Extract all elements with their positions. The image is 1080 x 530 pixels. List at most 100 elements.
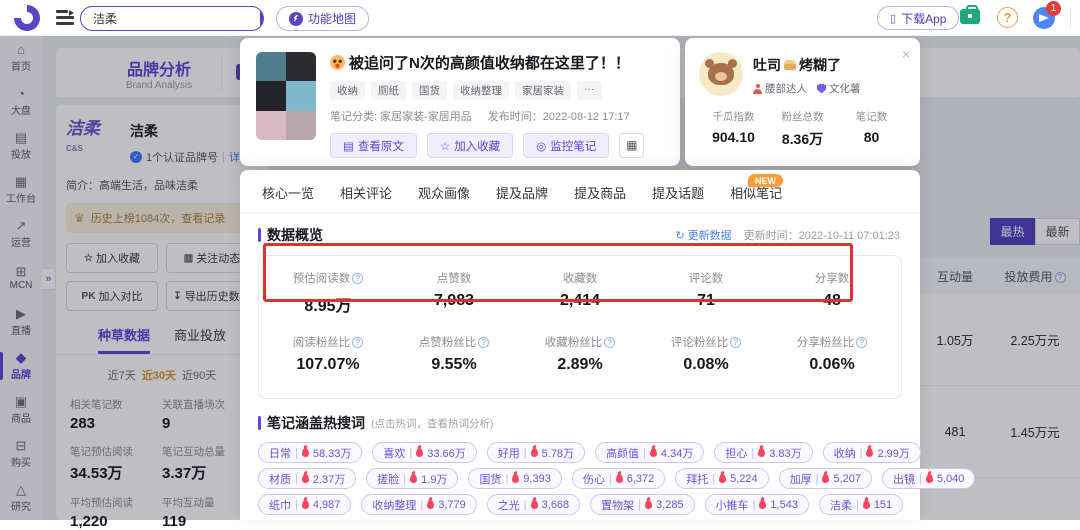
refresh-data-link[interactable]: ↻ 更新数据 — [675, 227, 731, 243]
search-box — [80, 6, 264, 31]
author-popover: × 吐司 烤糊了 腰部达人 文化薯 — [685, 38, 920, 166]
avatar[interactable] — [699, 52, 743, 96]
bear-avatar-icon — [708, 63, 734, 85]
hotword-pill[interactable]: 搓脸|1.9万 — [366, 468, 458, 489]
note-action-button[interactable]: ☆ 加入收藏 — [427, 133, 513, 158]
search-input[interactable] — [81, 12, 260, 26]
author-badge: 腰部达人 — [753, 81, 807, 96]
note-tag[interactable]: 家居家装 — [515, 81, 571, 100]
analysis-tab[interactable]: 相关评论 — [340, 183, 392, 212]
hotword-pill[interactable]: 好用|5.78万 — [487, 442, 585, 463]
badge-icon — [753, 84, 762, 94]
hotword-pill[interactable]: 收纳整理|3,779 — [361, 494, 476, 515]
metrics-card: 预估阅读数? 8.95万 点赞数 7,983 收藏数 2,414 评论数 71 — [258, 255, 902, 399]
menu-toggle-icon[interactable] — [56, 10, 74, 26]
flame-icon — [512, 474, 519, 483]
flame-icon — [822, 474, 829, 483]
note-action-button[interactable]: ▤ 查看原文 — [330, 133, 417, 158]
analysis-tab[interactable]: 提及商品 — [574, 183, 626, 212]
metric-label: 预估阅读数? — [265, 270, 391, 286]
note-tag[interactable]: ··· — [577, 81, 602, 100]
search-button[interactable] — [260, 6, 263, 31]
qr-code-button[interactable]: ▦ — [619, 133, 644, 158]
help-icon[interactable]: ? — [352, 273, 363, 284]
author-stat-value: 904.10 — [699, 129, 768, 145]
author-stat-label: 笔记数 — [837, 109, 906, 124]
analysis-tab[interactable]: 提及话题 — [652, 183, 704, 212]
hotword-pill[interactable]: 担心|3.83万 — [714, 442, 812, 463]
hotwords-title: 笔记涵盖热搜词 — [267, 413, 365, 433]
app-logo[interactable] — [14, 5, 40, 31]
message-badge: 1 — [1046, 1, 1061, 16]
metric-value: 2.89% — [517, 356, 643, 374]
hotword-pill[interactable]: 置物架|3,285 — [590, 494, 694, 515]
flame-icon — [531, 500, 538, 509]
note-tag[interactable]: 厕纸 — [371, 81, 406, 100]
help-icon[interactable]: ? — [604, 337, 615, 348]
metric-value: 0.08% — [643, 356, 769, 374]
function-map-button[interactable]: 功能地图 — [276, 6, 369, 31]
flame-icon — [719, 474, 726, 483]
hotword-pill[interactable]: 喜欢|33.66万 — [372, 442, 476, 463]
help-icon[interactable]: ? — [856, 337, 867, 348]
note-tag[interactable]: 收纳整理 — [453, 81, 509, 100]
hotword-pill[interactable]: 加厚|5,207 — [779, 468, 872, 489]
flame-icon — [758, 448, 765, 457]
metric-label: 点赞粉丝比? — [391, 334, 517, 350]
hotword-pill[interactable]: 拜托|5,224 — [675, 468, 768, 489]
flame-icon — [416, 448, 423, 457]
overview-title: 数据概览 — [267, 225, 323, 245]
author-stat: 千瓜指数 904.10 — [699, 109, 768, 149]
note-cover-image — [256, 52, 316, 140]
metric-label: 评论数 — [643, 270, 769, 286]
hotword-pill[interactable]: 材质|2.37万 — [258, 468, 356, 489]
metric-value: 9.55% — [391, 356, 517, 374]
analysis-tab[interactable]: 观众画像 — [418, 183, 470, 212]
flame-icon — [866, 448, 873, 457]
author-stat-value: 80 — [837, 129, 906, 145]
phone-icon: ▯ — [890, 12, 896, 25]
hotword-pill[interactable]: 伤心|6,372 — [572, 468, 665, 489]
author-stat-label: 千瓜指数 — [699, 109, 768, 124]
metric: 点赞粉丝比? 9.55% — [391, 334, 517, 374]
help-icon[interactable]: ? — [478, 337, 489, 348]
note-action-icon: ▤ — [343, 139, 354, 153]
flame-icon — [410, 474, 417, 483]
hotword-pill[interactable]: 洁柔|151 — [819, 494, 903, 515]
metric-label: 分享粉丝比? — [769, 334, 895, 350]
note-tag[interactable]: 收纳 — [330, 81, 365, 100]
help-icon[interactable]: ? — [352, 337, 363, 348]
hotword-pill[interactable]: 高颜值|4.34万 — [595, 442, 704, 463]
metric-label: 阅读粉丝比? — [265, 334, 391, 350]
hotword-pill[interactable]: 之光|3,668 — [487, 494, 580, 515]
note-analysis-panel: 核心一览相关评论观众画像提及品牌提及商品提及话题相似笔记 NEW 数据概览 ↻ … — [240, 170, 920, 520]
note-action-icon: ☆ — [440, 139, 450, 153]
author-stat-label: 粉丝总数 — [768, 109, 837, 124]
download-app-button[interactable]: ▯ 下载App — [877, 6, 959, 30]
note-action-icon: ◎ — [536, 139, 546, 153]
hotword-pill[interactable]: 纸巾|4,987 — [258, 494, 351, 515]
close-icon[interactable]: × — [902, 46, 910, 62]
note-title: 被追问了N次的高颜值收纳都在这里了！！ — [330, 52, 664, 73]
hotword-pill[interactable]: 国货|9,393 — [468, 468, 561, 489]
metric-value: 0.06% — [769, 356, 895, 374]
analysis-tab[interactable]: 提及品牌 — [496, 183, 548, 212]
update-time: 更新时间：2022-10-11 07:01:23 — [744, 227, 900, 243]
refresh-icon: ↻ — [675, 229, 684, 242]
toolbox-icon[interactable] — [960, 9, 980, 24]
analysis-tab[interactable]: 相似笔记 — [730, 183, 782, 212]
help-icon[interactable]: ? — [730, 337, 741, 348]
flame-icon — [302, 448, 309, 457]
note-action-button[interactable]: ◎ 监控笔记 — [523, 133, 609, 158]
hotword-pill[interactable]: 小推车|1,543 — [705, 494, 809, 515]
metric-value: 107.07% — [265, 356, 391, 374]
function-map-icon — [289, 12, 303, 26]
hotword-pill[interactable]: 出镜|5,040 — [882, 468, 975, 489]
note-tag[interactable]: 国货 — [412, 81, 447, 100]
help-icon[interactable]: ? — [997, 7, 1018, 28]
metric: 阅读粉丝比? 107.07% — [265, 334, 391, 374]
hotword-pill[interactable]: 日常|58.33万 — [258, 442, 362, 463]
metric-label: 评论粉丝比? — [643, 334, 769, 350]
analysis-tab[interactable]: 核心一览 — [262, 183, 314, 212]
hotword-pill[interactable]: 收纳|2.99万 — [823, 442, 921, 463]
